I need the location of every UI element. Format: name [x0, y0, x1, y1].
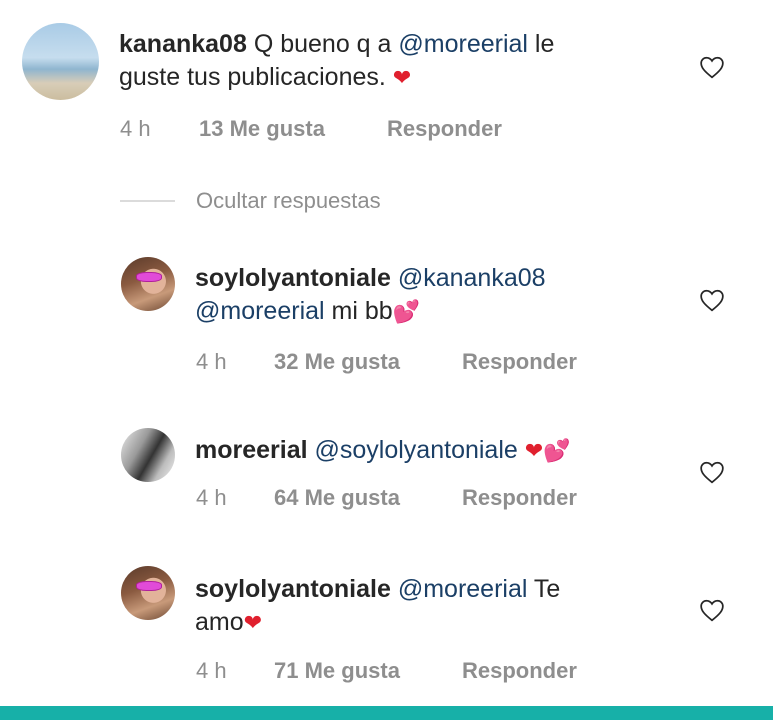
- avatar[interactable]: [22, 23, 99, 100]
- timestamp: 4 h: [196, 485, 227, 510]
- likes-count[interactable]: 13 Me gusta: [199, 116, 325, 142]
- comment-body: soylolyantoniale @kananka08 @moreerial m…: [195, 262, 675, 328]
- comment-text: Q bueno q a: [246, 30, 399, 58]
- heart-emoji: ❤: [524, 438, 544, 463]
- timestamp: 4 h: [120, 116, 151, 141]
- comment-text: amo: [195, 608, 244, 636]
- avatar[interactable]: [121, 428, 175, 482]
- comment-text: Te: [527, 575, 561, 603]
- comment-body: moreerial @soylolyantoniale ❤💕: [195, 434, 685, 467]
- hearts-emoji: 💕: [543, 438, 571, 463]
- hearts-emoji: 💕: [392, 299, 421, 324]
- reply-button[interactable]: Responder: [387, 116, 502, 142]
- comment-text: guste tus publicaciones.: [119, 63, 393, 91]
- heart-outline-icon[interactable]: [699, 288, 725, 312]
- username[interactable]: soylolyantoniale: [195, 575, 391, 603]
- timestamp: 4 h: [196, 658, 227, 683]
- comment-body: soylolyantoniale @moreerial Te amo❤: [195, 573, 675, 639]
- comment-text: mi bb: [324, 297, 393, 325]
- heart-emoji: ❤: [392, 65, 412, 90]
- comment-body: kananka08 Q bueno q a @moreerial le gust…: [119, 28, 679, 94]
- likes-count[interactable]: 32 Me gusta: [274, 349, 400, 375]
- heart-emoji: ❤: [243, 610, 263, 635]
- sunglasses: [137, 582, 161, 590]
- username[interactable]: kananka08: [119, 30, 247, 58]
- avatar[interactable]: [121, 257, 175, 311]
- reply-button[interactable]: Responder: [462, 658, 577, 684]
- hide-replies-button[interactable]: Ocultar respuestas: [196, 188, 381, 214]
- heart-outline-icon[interactable]: [699, 598, 725, 622]
- mention-link[interactable]: @moreerial: [398, 30, 528, 58]
- heart-outline-icon[interactable]: [699, 55, 725, 79]
- reply-button[interactable]: Responder: [462, 485, 577, 511]
- divider: [120, 200, 175, 202]
- username[interactable]: moreerial: [195, 436, 308, 464]
- likes-count[interactable]: 71 Me gusta: [274, 658, 400, 684]
- reply-button[interactable]: Responder: [462, 349, 577, 375]
- comment-text: le: [527, 30, 555, 58]
- sunglasses: [137, 273, 161, 281]
- mention-link[interactable]: @moreerial: [398, 575, 528, 603]
- accent-bar: [0, 706, 773, 720]
- mention-link[interactable]: @moreerial: [195, 297, 325, 325]
- mention-link[interactable]: @kananka08: [398, 264, 546, 292]
- avatar[interactable]: [121, 566, 175, 620]
- username[interactable]: soylolyantoniale: [195, 264, 391, 292]
- heart-outline-icon[interactable]: [699, 460, 725, 484]
- likes-count[interactable]: 64 Me gusta: [274, 485, 400, 511]
- timestamp: 4 h: [196, 349, 227, 374]
- mention-link[interactable]: @soylolyantoniale: [315, 436, 518, 464]
